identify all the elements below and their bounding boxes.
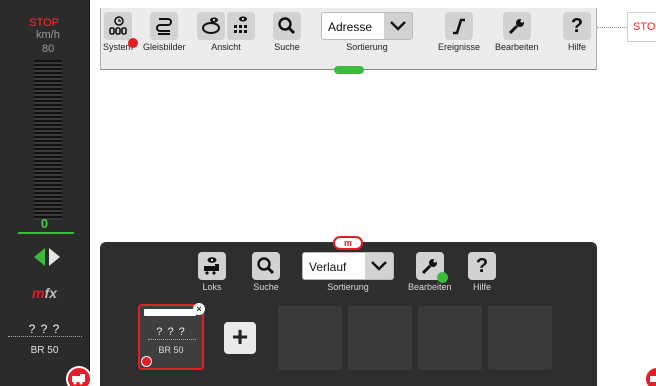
loco-slot[interactable]	[488, 306, 552, 370]
loco-name: ? ? ?	[28, 322, 61, 336]
track-layout-icon	[150, 12, 179, 40]
stop-button-right[interactable]: STO	[627, 12, 656, 42]
panel-tab[interactable]: m	[333, 236, 363, 250]
loco-select-button-right[interactable]	[644, 366, 656, 386]
loco-slot[interactable]	[418, 306, 482, 370]
sort-label-bottom: Sortierung	[327, 282, 369, 292]
ereignisse-label: Ereignisse	[438, 42, 481, 52]
clock-grid-icon	[104, 12, 132, 40]
suche-button-bottom[interactable]: Suche	[252, 252, 280, 292]
close-icon[interactable]: ×	[193, 303, 205, 315]
loco-card[interactable]: × ? ? ? BR 50	[138, 303, 205, 370]
loco-card-header	[144, 309, 196, 316]
loco-card-divider	[148, 339, 196, 340]
loco-eye-icon	[198, 252, 226, 280]
suche-label-bottom: Suche	[253, 282, 279, 292]
suche-label: Suche	[274, 42, 300, 52]
chevron-down-icon[interactable]	[384, 13, 412, 39]
right-divider	[597, 27, 627, 28]
ansicht-button[interactable]: Ansicht	[197, 12, 255, 52]
current-speed-value: 0	[40, 216, 49, 231]
magnifier-icon	[252, 252, 280, 280]
loks-label: Loks	[202, 282, 222, 292]
question-icon: ?	[563, 12, 591, 40]
loop-view-icon	[197, 12, 225, 40]
hilfe-button-bottom[interactable]: ? Hilfe	[468, 252, 496, 292]
add-loco-button[interactable]: +	[224, 322, 256, 354]
hilfe-button[interactable]: ? Hilfe	[563, 12, 591, 52]
chevron-down-icon[interactable]	[365, 253, 393, 279]
check-badge-icon	[436, 272, 448, 283]
loco-name-divider	[8, 336, 82, 337]
train-icon	[72, 374, 85, 385]
loco-list-panel: m Loks Suche Verlauf Sortierung Bearbeit…	[100, 236, 597, 386]
loco-select-button-left[interactable]	[66, 366, 92, 386]
sort-value-bottom: Verlauf	[309, 260, 347, 274]
bearbeiten-label-bottom: Bearbeiten	[408, 282, 452, 292]
magnifier-icon	[273, 12, 301, 40]
suche-button[interactable]: Suche	[273, 12, 301, 52]
bearbeiten-button[interactable]: Bearbeiten	[495, 12, 539, 52]
direction-left-icon[interactable]	[34, 248, 45, 266]
loco-active-indicator	[141, 356, 152, 367]
hilfe-label: Hilfe	[567, 42, 586, 52]
max-speed-label: 80	[42, 43, 55, 55]
sort-label: Sortierung	[346, 42, 388, 52]
speed-slider[interactable]	[34, 60, 62, 220]
toolbar-drag-handle[interactable]	[334, 66, 364, 74]
loks-button[interactable]: Loks	[198, 252, 226, 292]
event-curve-icon	[445, 12, 474, 40]
sort-value: Adresse	[328, 20, 373, 34]
system-alert-dot	[128, 38, 138, 48]
wrench-icon	[415, 252, 448, 283]
loco-card-name: ? ? ?	[156, 326, 186, 338]
grid-view-icon	[227, 12, 255, 40]
top-toolbar: System Gleisbilder Ansicht Suche Adresse…	[100, 8, 597, 74]
question-icon: ?	[468, 252, 496, 280]
hilfe-label-bottom: Hilfe	[472, 282, 491, 292]
mfx-logo: mfx	[32, 285, 57, 301]
throttle-panel: STOP km/h 80 0 mfx ? ? ? BR 50	[0, 0, 90, 386]
wrench-icon	[502, 12, 531, 40]
loco-card-type: BR 50	[158, 345, 184, 355]
bearbeiten-label: Bearbeiten	[495, 42, 539, 52]
loco-slot[interactable]	[278, 306, 342, 370]
gleisbilder-button[interactable]: Gleisbilder	[143, 12, 186, 52]
direction-right-icon[interactable]	[49, 248, 60, 266]
speed-unit: km/h	[36, 29, 60, 41]
sort-select-bottom[interactable]: Verlauf Sortierung	[302, 252, 394, 292]
stop-button[interactable]: STOP	[0, 17, 89, 29]
train-icon	[650, 376, 656, 382]
speed-indicator-line	[18, 232, 74, 234]
direction-toggle[interactable]	[34, 246, 64, 266]
app-window: STOP km/h 80 0 mfx ? ? ? BR 50 System Gl…	[0, 0, 656, 386]
gleisbilder-label: Gleisbilder	[143, 42, 186, 52]
ansicht-label: Ansicht	[211, 42, 241, 52]
loco-type: BR 50	[30, 345, 59, 356]
ereignisse-button[interactable]: Ereignisse	[438, 12, 480, 52]
loco-slot[interactable]	[348, 306, 412, 370]
sort-select[interactable]: Adresse Sortierung	[321, 12, 413, 52]
bearbeiten-button-bottom[interactable]: Bearbeiten	[408, 252, 452, 292]
